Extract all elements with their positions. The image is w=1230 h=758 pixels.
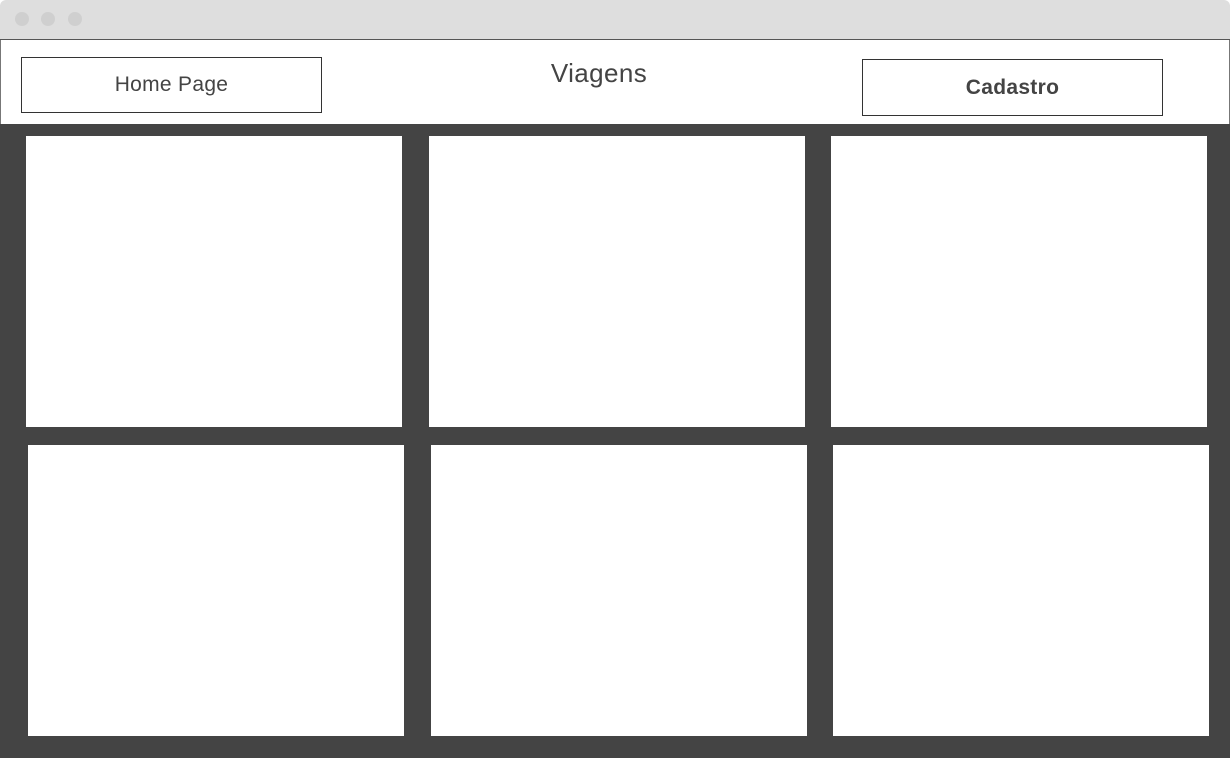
trip-card[interactable] <box>28 445 404 736</box>
browser-window: Home Page Viagens Cadastro <box>0 0 1230 758</box>
cadastro-button[interactable]: Cadastro <box>862 59 1163 116</box>
minimize-window-icon[interactable] <box>41 12 55 26</box>
home-page-button[interactable]: Home Page <box>21 57 322 113</box>
trip-card[interactable] <box>833 445 1209 736</box>
trip-card[interactable] <box>831 136 1207 427</box>
page-header: Home Page Viagens Cadastro <box>0 40 1230 124</box>
maximize-window-icon[interactable] <box>68 12 82 26</box>
trip-card[interactable] <box>429 136 805 427</box>
page-title: Viagens <box>550 58 648 88</box>
trip-card[interactable] <box>26 136 402 427</box>
trip-card[interactable] <box>431 445 807 736</box>
close-window-icon[interactable] <box>15 12 29 26</box>
trips-grid <box>0 124 1230 758</box>
window-titlebar <box>0 0 1230 40</box>
